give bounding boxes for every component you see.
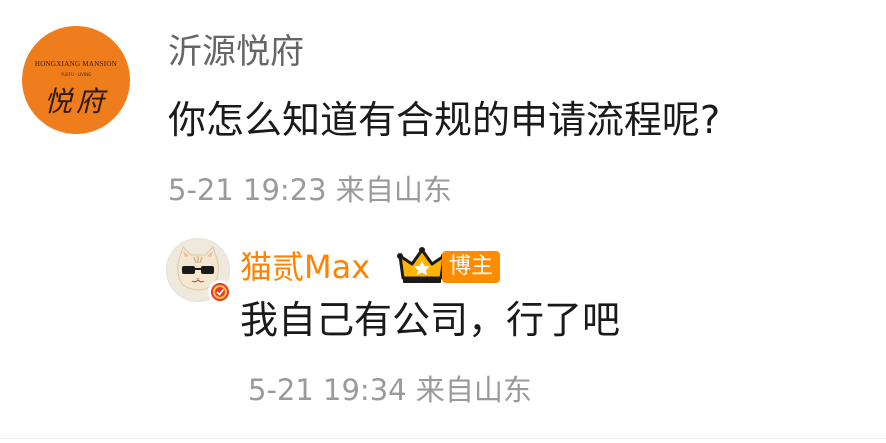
reply-meta: 5-21 19:34 来自山东: [248, 373, 532, 407]
avatar-brand-text: HONGXIANG MANSION: [34, 60, 118, 68]
reply-avatar-wrapper[interactable]: [166, 238, 232, 304]
comment-thread: HONGXIANG MANSION YUEFU · LIVING 悦府 沂源悦府…: [0, 0, 886, 443]
comment-text: 你怎么知道有合规的申请流程呢?: [168, 98, 721, 142]
reply-text: 我自己有公司，行了吧: [240, 298, 621, 342]
verified-badge-icon: [209, 281, 231, 303]
crown-icon: [397, 247, 447, 283]
avatar-brand-subtext: YUEFU · LIVING: [60, 72, 92, 77]
avatar-brand-logo-text: 悦府: [43, 85, 108, 118]
blogger-badge: 博主: [442, 251, 500, 283]
divider: [0, 438, 886, 439]
commenter-avatar[interactable]: HONGXIANG MANSION YUEFU · LIVING 悦府: [22, 26, 130, 134]
reply-username[interactable]: 猫贰Max: [240, 244, 370, 290]
commenter-username[interactable]: 沂源悦府: [168, 28, 304, 76]
comment-meta: 5-21 19:23 来自山东: [168, 173, 452, 207]
verified-badge: [208, 280, 232, 304]
